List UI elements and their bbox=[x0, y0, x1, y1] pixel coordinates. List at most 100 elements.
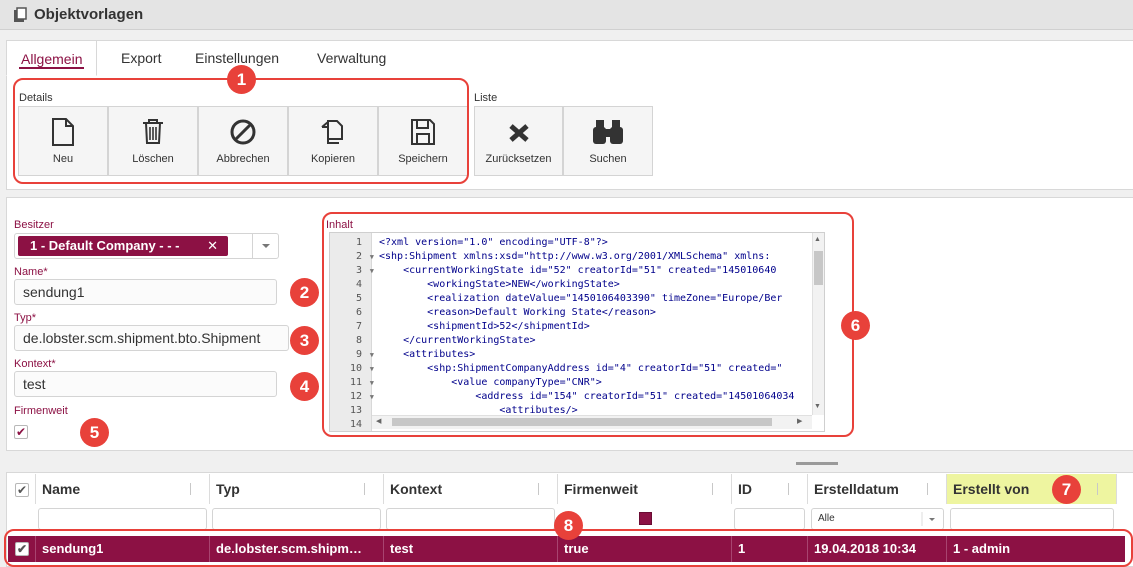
cell-id: 1 bbox=[732, 536, 808, 562]
code-line: <address id="154" creatorId="51" created… bbox=[379, 391, 795, 402]
filter-created-by-input[interactable] bbox=[950, 508, 1114, 530]
row-select-cell: ✔ bbox=[8, 536, 36, 562]
content-label: Inhalt bbox=[326, 219, 353, 231]
type-field[interactable]: de.lobster.scm.shipment.bto.Shipment bbox=[14, 325, 289, 351]
tab-allgemein[interactable]: Allgemein bbox=[6, 40, 98, 76]
reset-button[interactable]: Zurücksetzen bbox=[474, 106, 563, 176]
annotation-marker-1: 1 bbox=[227, 65, 256, 94]
annotation-marker-8: 8 bbox=[554, 511, 583, 540]
column-header-id[interactable]: ID bbox=[732, 474, 808, 504]
fold-toggle-icon[interactable]: ▼ bbox=[370, 250, 374, 264]
scroll-down-icon[interactable]: ▼ bbox=[814, 403, 821, 410]
window-title: Objektvorlagen bbox=[34, 6, 144, 23]
line-number: 7 bbox=[355, 321, 362, 332]
copy-icon bbox=[321, 120, 343, 144]
companywide-checkbox[interactable]: ✔ bbox=[14, 425, 28, 439]
copy-button[interactable]: Kopieren bbox=[288, 106, 378, 176]
select-all-checkbox[interactable]: ✔ bbox=[15, 483, 29, 497]
owner-chip: 1 - Default Company - - - ✕ bbox=[18, 236, 228, 256]
code-line: </currentWorkingState> bbox=[379, 335, 536, 346]
code-line: <?xml version="1.0" encoding="UTF-8"?> bbox=[379, 237, 608, 248]
code-line: <workingState>NEW</workingState> bbox=[379, 279, 620, 290]
details-group-label: Details bbox=[19, 92, 53, 104]
code-line: <shp:Shipment xmlns:xsd="http://www.w3.o… bbox=[379, 251, 771, 262]
horizontal-scroll-thumb[interactable] bbox=[392, 418, 772, 426]
cell-companywide: true bbox=[558, 536, 732, 562]
fold-toggle-icon[interactable]: ▼ bbox=[370, 348, 374, 362]
scroll-up-icon[interactable]: ▲ bbox=[814, 236, 821, 243]
fold-toggle-icon[interactable]: ▼ bbox=[370, 376, 374, 390]
save-icon bbox=[411, 119, 435, 145]
chevron-down-icon bbox=[921, 512, 935, 526]
line-number: 9 ▼ bbox=[355, 349, 374, 360]
panel-splitter[interactable] bbox=[796, 462, 838, 465]
column-header-name[interactable]: Name bbox=[36, 474, 210, 504]
chevron-down-icon bbox=[262, 244, 270, 248]
type-label: Typ* bbox=[14, 312, 37, 324]
row-checkbox[interactable]: ✔ bbox=[15, 542, 29, 556]
context-label: Kontext* bbox=[14, 358, 56, 370]
filter-companywide-checkbox[interactable] bbox=[639, 512, 652, 525]
title-bar: Objektvorlagen bbox=[0, 0, 1133, 30]
filter-id-input[interactable] bbox=[734, 508, 805, 530]
code-line: <realization dateValue="1450106403390" t… bbox=[379, 293, 783, 304]
vertical-scroll-thumb[interactable] bbox=[814, 251, 823, 285]
line-number: 2 ▼ bbox=[355, 251, 374, 262]
column-header-context[interactable]: Kontext bbox=[384, 474, 558, 504]
cell-type: de.lobster.scm.shipm… bbox=[210, 536, 384, 562]
column-header-companywide[interactable]: Firmenweit bbox=[558, 474, 732, 504]
code-line: <shipmentId>52</shipmentId> bbox=[379, 321, 590, 332]
new-button[interactable]: Neu bbox=[18, 106, 108, 176]
tab-verwaltung[interactable]: Verwaltung bbox=[303, 40, 400, 76]
annotation-marker-4: 4 bbox=[290, 372, 319, 401]
line-number: 4 bbox=[355, 279, 362, 290]
save-button[interactable]: Speichern bbox=[378, 106, 468, 176]
name-label: Name* bbox=[14, 266, 48, 278]
line-number: 12 ▼ bbox=[349, 391, 374, 402]
remove-owner-icon[interactable]: ✕ bbox=[207, 236, 218, 256]
annotation-marker-6: 6 bbox=[841, 311, 870, 340]
delete-button[interactable]: Löschen bbox=[108, 106, 198, 176]
filter-type-input[interactable] bbox=[212, 508, 381, 530]
trash-icon bbox=[143, 119, 163, 144]
fold-toggle-icon[interactable]: ▼ bbox=[370, 362, 374, 376]
search-button[interactable]: Suchen bbox=[563, 106, 653, 176]
scroll-left-icon[interactable]: ◀ bbox=[376, 417, 381, 425]
filter-context-input[interactable] bbox=[386, 508, 555, 530]
fold-toggle-icon[interactable]: ▼ bbox=[370, 264, 374, 278]
column-header-created-date[interactable]: Erstelldatum bbox=[808, 474, 947, 504]
line-number: 8 bbox=[355, 335, 362, 346]
scroll-right-icon[interactable]: ▶ bbox=[797, 417, 802, 425]
code-line: <shp:ShipmentCompanyAddress id="4" creat… bbox=[379, 363, 783, 374]
name-field[interactable]: sendung1 bbox=[14, 279, 277, 305]
tab-export[interactable]: Export bbox=[107, 40, 175, 76]
line-number: 5 bbox=[355, 293, 362, 304]
list-group-label: Liste bbox=[474, 92, 498, 104]
select-all-cell: ✔ bbox=[8, 474, 36, 504]
line-number: 14 bbox=[349, 419, 362, 430]
xml-editor[interactable]: 1 <?xml version="1.0" encoding="UTF-8"?> 2… bbox=[329, 232, 825, 432]
code-line: <value companyType="CNR"> bbox=[379, 377, 602, 388]
owner-dropdown-toggle[interactable] bbox=[252, 233, 279, 259]
code-line: <attributes> bbox=[379, 349, 476, 360]
new-document-icon bbox=[52, 118, 74, 146]
owner-label: Besitzer bbox=[14, 219, 54, 231]
annotation-marker-5: 5 bbox=[80, 418, 109, 447]
annotation-marker-3: 3 bbox=[290, 326, 319, 355]
cell-created-by: 1 - admin bbox=[953, 541, 1011, 556]
cell-name: sendung1 bbox=[36, 536, 210, 562]
line-number: 1 bbox=[355, 237, 362, 248]
filter-date-select[interactable]: Alle bbox=[811, 508, 944, 530]
reset-x-icon bbox=[508, 124, 529, 142]
binoculars-icon bbox=[593, 120, 623, 144]
cancel-button[interactable]: Abbrechen bbox=[198, 106, 288, 176]
cell-context: test bbox=[384, 536, 558, 562]
code-line: <currentWorkingState id="52" creatorId="… bbox=[379, 265, 777, 276]
column-header-created-by[interactable]: Erstellt von bbox=[947, 474, 1117, 504]
line-number: 10 ▼ bbox=[349, 363, 374, 374]
context-field[interactable]: test bbox=[14, 371, 277, 397]
filter-name-input[interactable] bbox=[38, 508, 207, 530]
column-header-type[interactable]: Typ bbox=[210, 474, 384, 504]
fold-toggle-icon[interactable]: ▼ bbox=[370, 390, 374, 404]
line-number: 3 ▼ bbox=[355, 265, 374, 276]
